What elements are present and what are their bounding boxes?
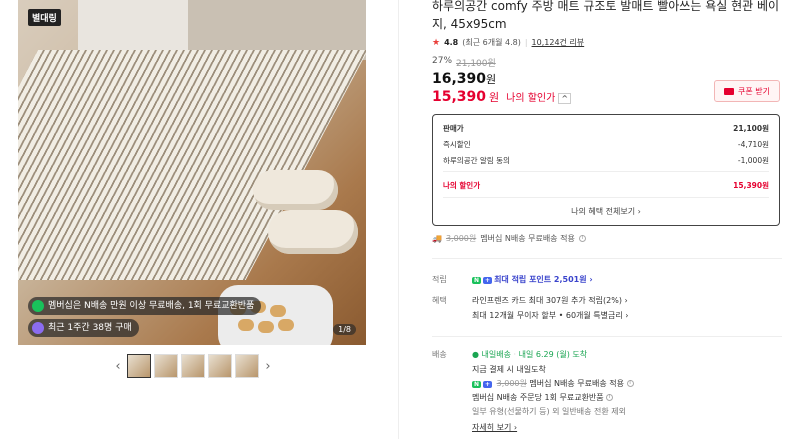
- info-icon[interactable]: i: [578, 235, 586, 242]
- thumbnail[interactable]: [154, 354, 178, 378]
- image-counter: 1/8: [333, 324, 356, 335]
- membership-overlay-text: 멤버십은 N배송 만원 이상 무료배송, 1회 무료교환반품: [48, 301, 255, 311]
- price-breakdown-box: 판매가 21,100원 즉시할인 -4,710원 하루의공간 알림 동의 -1,…: [432, 114, 780, 226]
- breakdown-row: 하루의공간 알림 동의 -1,000원: [443, 155, 769, 166]
- image-slipper: [253, 170, 338, 210]
- thumbnail[interactable]: [127, 354, 151, 378]
- thumbnail[interactable]: [181, 354, 205, 378]
- info-icon[interactable]: i: [626, 380, 634, 387]
- discount-row: 27% 21,100원: [432, 56, 496, 69]
- benefit-line-2[interactable]: 최대 12개월 무이자 할부 • 60개월 특별금리 ›: [472, 310, 628, 321]
- my-price-value: 15,390: [432, 89, 487, 105]
- column-divider: [398, 0, 399, 439]
- breakdown-divider: [443, 171, 769, 172]
- membership-overlay: 멤버십은 N배송 만원 이상 무료배송, 1회 무료교환반품: [28, 297, 262, 315]
- thumbnail-strip: ‹ ›: [112, 354, 274, 378]
- membership-shipping-row: 🚚 3,000원 멤버십 N배송 무료배송 적용 i: [432, 233, 586, 244]
- delivery-detail-link[interactable]: 자세히 보기 ›: [472, 422, 517, 433]
- info-icon[interactable]: i: [606, 394, 614, 401]
- coupon-icon: [724, 87, 734, 95]
- rating-score: 4.8: [444, 38, 459, 47]
- breakdown-value: 15,390원: [733, 181, 769, 190]
- coupon-button[interactable]: 쿠폰 받기: [714, 80, 780, 102]
- points-row[interactable]: N + 최대 적립 포인트 2,501원 ›: [472, 274, 593, 285]
- thumbnail[interactable]: [208, 354, 232, 378]
- prev-arrow-icon[interactable]: ‹: [112, 359, 124, 374]
- benefit-line-1[interactable]: 라인프렌즈 카드 최대 307원 추가 적립(2%) ›: [472, 295, 628, 306]
- arrival-date: 내일 6.29 (월) 도착: [518, 350, 588, 359]
- thumbnail[interactable]: [235, 354, 259, 378]
- delivery-line-2: N + 3,000원 멤버십 N배송 무료배송 적용 i: [472, 378, 634, 389]
- breakdown-label: 하루의공간 알림 동의: [443, 156, 510, 165]
- rating-recent: (최근 6개월 4.8): [462, 38, 521, 47]
- npay-icon: N: [472, 381, 482, 388]
- product-page: 별대링 멤버십은 N배송 만원 이상 무료배송, 1회 무료교환반품 최근 1주…: [0, 0, 800, 439]
- original-price: 21,100원: [456, 59, 496, 69]
- npay-icon: N: [472, 277, 482, 284]
- rating-divider: |: [524, 38, 528, 47]
- delivery-line-1: 지금 결제 시 내일도착: [472, 365, 546, 374]
- tomorrow-delivery-badge: ●: [472, 350, 482, 359]
- membership-shipping-text: 멤버십 N배송 무료배송 적용: [480, 234, 575, 243]
- card-icon: +: [483, 277, 493, 284]
- delivery-strike-price: 3,000원: [496, 379, 527, 388]
- shipping-label-icon: 🚚: [432, 234, 442, 243]
- breakdown-value: -1,000원: [737, 156, 769, 165]
- all-benefits-link[interactable]: 나의 혜택 전체보기 ›: [433, 206, 779, 217]
- breakdown-row: 즉시할인 -4,710원: [443, 139, 769, 150]
- cart-icon: [32, 322, 44, 334]
- section-divider: [432, 336, 782, 337]
- image-plate: [218, 285, 333, 345]
- next-arrow-icon[interactable]: ›: [262, 359, 274, 374]
- won-unit: 원: [489, 91, 500, 104]
- delivery-line-3-text: 멤버십 N배송 주문당 1회 무료교환반품: [472, 393, 604, 402]
- shipping-strike-price: 3,000원: [445, 234, 477, 243]
- my-price-row[interactable]: 15,390 원 나의 할인가 ^: [432, 89, 572, 105]
- purchase-overlay: 최근 1주간 38명 구매: [28, 319, 139, 337]
- discount-percent: 27%: [432, 56, 453, 66]
- breakdown-row: 판매가 21,100원: [443, 123, 769, 134]
- product-main-image[interactable]: 별대링 멤버십은 N배송 만원 이상 무료배송, 1회 무료교환반품 최근 1주…: [18, 0, 366, 345]
- membership-icon: [32, 300, 44, 312]
- coupon-button-label: 쿠폰 받기: [738, 86, 770, 96]
- breakdown-my-price-row: 나의 할인가 15,390원: [443, 180, 769, 191]
- breakdown-label: 즉시할인: [443, 140, 471, 149]
- purchase-overlay-text: 최근 1주간 38명 구매: [48, 323, 132, 333]
- tomorrow-delivery-text: 내일배송: [481, 350, 511, 359]
- delivery-arrival-row: ● 내일배송 · 내일 6.29 (월) 도착: [472, 349, 587, 360]
- delivery-line-3: 멤버십 N배송 주문당 1회 무료교환반품 i: [472, 392, 614, 403]
- star-icon: ★: [432, 37, 441, 48]
- breakdown-label: 판매가: [443, 124, 464, 133]
- brand-badge: 별대링: [28, 9, 61, 26]
- breakdown-label: 나의 할인가: [443, 181, 481, 190]
- image-slipper: [268, 210, 358, 254]
- section-divider: [432, 258, 782, 259]
- breakdown-value: -4,710원: [737, 140, 769, 149]
- rating-row: ★ 4.8 (최근 6개월 4.8) | 10,124건 리뷰: [432, 37, 584, 48]
- my-price-label: 나의 할인가: [506, 93, 556, 104]
- breakdown-value: 21,100원: [733, 124, 769, 133]
- card-icon: +: [483, 381, 493, 388]
- review-count-link[interactable]: 10,124건 리뷰: [532, 37, 585, 48]
- product-title: 하루의공간 comfy 주방 매트 규조토 발매트 빨아쓰는 욕실 현관 베이지…: [432, 0, 780, 31]
- delivery-label: 배송: [432, 350, 447, 359]
- breakdown-divider: [443, 197, 769, 198]
- sale-price: 16,390원: [432, 71, 496, 87]
- points-text: 최대 적립 포인트 2,501원 ›: [494, 275, 593, 284]
- delivery-line-4: 일부 유형(선물하기 등) 외 일반배송 전환 제외: [472, 407, 626, 416]
- benefits-label: 혜택: [432, 296, 447, 305]
- points-label: 적립: [432, 275, 447, 284]
- won-unit: 원: [486, 73, 497, 86]
- delivery-line-2-text: 멤버십 N배송 무료배송 적용: [529, 379, 624, 388]
- chevron-up-icon[interactable]: ^: [558, 93, 572, 104]
- sale-price-value: 16,390: [432, 71, 487, 87]
